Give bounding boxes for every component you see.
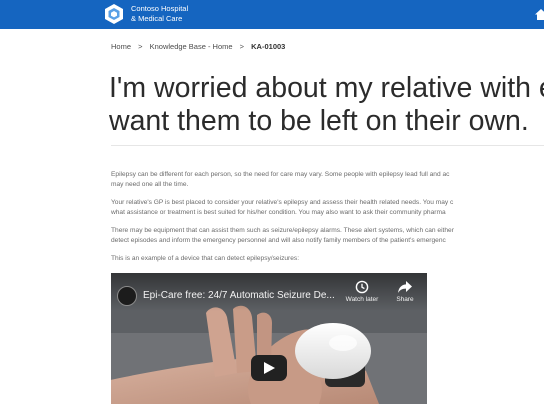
clock-icon <box>355 280 369 294</box>
paragraph-line: may need one all the time. <box>111 180 189 188</box>
play-icon <box>264 362 275 374</box>
watch-later-button[interactable]: Watch later <box>345 280 379 303</box>
breadcrumb: Home > Knowledge Base - Home > KA-01003 <box>111 42 285 51</box>
article-title-line-2: want them to be left on their own. <box>109 105 529 137</box>
breadcrumb-separator: > <box>239 42 245 51</box>
paragraph-line: Your relative's GP is best placed to con… <box>111 199 454 206</box>
breadcrumb-current-article: KA-01003 <box>251 42 286 51</box>
share-button[interactable]: Share <box>388 280 422 303</box>
article-paragraph: Your relative's GP is best placed to con… <box>111 198 453 217</box>
embedded-video-player[interactable]: Epi-Care free: 24/7 Automatic Seizure De… <box>111 273 427 404</box>
page: Contoso Hospital & Medical Care Home > K… <box>0 0 544 404</box>
article-title: I'm worried about my relative with epile… <box>109 72 544 138</box>
title-divider <box>111 145 544 146</box>
share-arrow-icon <box>398 281 412 293</box>
play-button[interactable] <box>251 355 287 381</box>
article-paragraph: There may be equipment that can assist t… <box>111 226 454 245</box>
paragraph-line: This is an example of a device that can … <box>111 255 300 262</box>
breadcrumb-knowledge-base-link[interactable]: Knowledge Base - Home <box>150 42 233 51</box>
article-title-line-1: I'm worried about my relative with epile… <box>109 72 544 104</box>
paragraph-line: detect episodes and inform the emergency… <box>111 236 446 244</box>
breadcrumb-home-link[interactable]: Home <box>111 42 131 51</box>
paragraph-line: There may be equipment that can assist t… <box>111 227 454 234</box>
paragraph-line: what assistance or treatment is best sui… <box>111 208 446 216</box>
brand-line-2: & Medical Care <box>131 14 183 23</box>
watch-later-label: Watch later <box>345 296 379 303</box>
brand-line-1: Contoso Hospital <box>131 4 189 13</box>
video-title[interactable]: Epi-Care free: 24/7 Automatic Seizure De… <box>143 290 335 301</box>
hexagon-logo-icon[interactable] <box>103 3 125 25</box>
share-label: Share <box>396 296 414 303</box>
paragraph-line: Epilepsy can be different for each perso… <box>111 171 450 178</box>
top-header-bar: Contoso Hospital & Medical Care <box>0 0 544 29</box>
breadcrumb-separator: > <box>138 42 143 51</box>
home-icon[interactable] <box>535 9 544 20</box>
brand-name[interactable]: Contoso Hospital & Medical Care <box>131 4 188 24</box>
article-paragraph: This is an example of a device that can … <box>111 254 299 264</box>
article-paragraph: Epilepsy can be different for each perso… <box>111 170 449 189</box>
channel-avatar[interactable] <box>117 286 137 306</box>
